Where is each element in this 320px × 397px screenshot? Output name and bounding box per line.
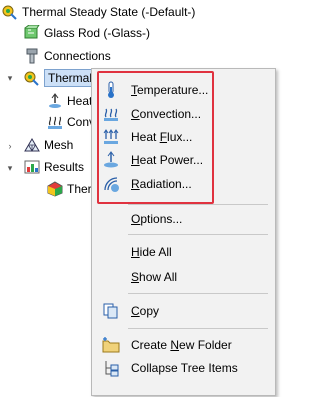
accel-key: O [131,212,141,226]
tree-item-conv[interactable]: Conv [47,112,95,132]
tree-item-glass-rod[interactable]: Glass Rod (-Glass-) [24,23,150,43]
accel-key: S [131,270,140,284]
menu-separator [128,328,268,329]
tree-item-results[interactable]: Results [24,157,84,177]
accel-key: H [131,245,140,259]
thermal-study-icon [2,4,18,20]
menu-item-copy[interactable]: Copy [92,300,275,322]
part-label: Glass Rod (-Glass-) [44,26,151,40]
expand-arrow-icon[interactable]: › [5,141,15,151]
menu-label: ide All [139,245,172,259]
menu-item-show-all[interactable]: Show All [92,266,275,288]
menu-label: ew Folder [179,338,232,352]
expand-arrow-icon[interactable]: ▾ [5,163,15,173]
collapse-tree-icon [102,359,120,377]
convection-icon [47,114,63,130]
tree-item-study[interactable]: Thermal Steady State (-Default-) [2,2,195,22]
heat-power-icon [47,93,63,109]
mesh-icon [24,137,40,153]
tree-item-mesh[interactable]: Mesh [24,135,73,155]
tree-item-connections[interactable]: Connections [24,46,111,66]
part-icon [24,25,40,41]
mesh-label: Mesh [44,138,74,152]
connections-icon [24,48,40,64]
connections-label: Connections [44,49,111,63]
menu-separator [128,234,268,235]
menu-label: how All [139,270,178,284]
menu-label: Create [131,338,171,352]
accel-key: N [170,338,180,352]
new-folder-icon [102,336,120,354]
thermal-result-icon [47,181,63,197]
accel-key: C [131,304,140,318]
menu-separator [128,204,268,205]
menu-item-collapse-tree-items[interactable]: Collapse Tree Items [92,357,275,379]
annotation-highlight-box [97,71,214,204]
tree-item-heat[interactable]: Heat [47,91,92,111]
heat-label: Heat [67,94,93,108]
menu-label: opy [139,304,160,318]
results-folder-icon [24,159,40,175]
menu-item-options[interactable]: Options... [92,208,275,230]
study-name: Thermal Steady State (-Default-) [22,5,196,19]
copy-icon [102,302,120,320]
thermal-loads-icon [24,70,40,86]
menu-item-create-new-folder[interactable]: Create New Folder [92,334,275,356]
menu-item-hide-all[interactable]: Hide All [92,241,275,263]
expand-arrow-icon[interactable]: ▾ [5,73,15,83]
menu-label: Collapse Tree Items [131,361,238,375]
results-label: Results [44,160,85,174]
menu-label: ptions... [140,212,183,226]
menu-separator [128,293,268,294]
